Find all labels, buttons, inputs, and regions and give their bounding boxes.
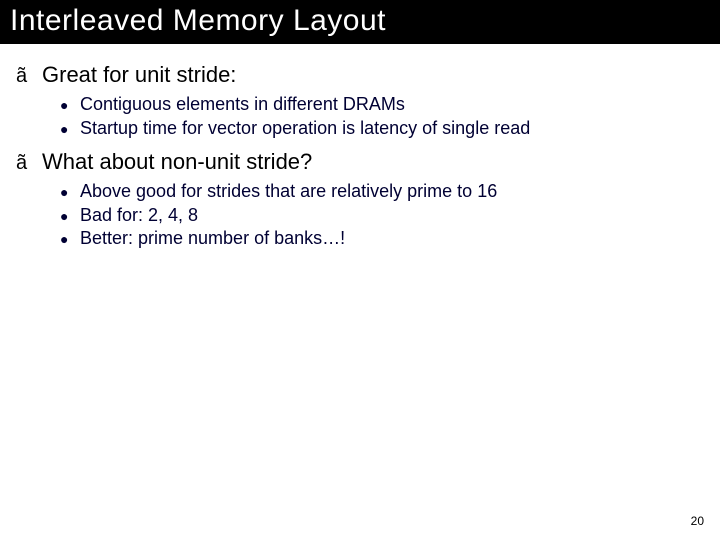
- slide-title: Interleaved Memory Layout: [10, 4, 710, 38]
- list-item: ● Startup time for vector operation is l…: [60, 118, 710, 140]
- list-item-text: Above good for strides that are relative…: [80, 181, 497, 202]
- dot-icon: ●: [60, 96, 80, 116]
- list-item: ● Better: prime number of banks…!: [60, 228, 710, 250]
- section-heading-text: What about non-unit stride?: [42, 149, 312, 175]
- page-number: 20: [691, 514, 704, 528]
- list-item-text: Contiguous elements in different DRAMs: [80, 94, 405, 115]
- dot-icon: ●: [60, 120, 80, 140]
- dot-icon: ●: [60, 183, 80, 203]
- list-item: ● Above good for strides that are relati…: [60, 181, 710, 203]
- list-item: ● Contiguous elements in different DRAMs: [60, 94, 710, 116]
- section-heading: ã What about non-unit stride?: [16, 149, 710, 175]
- bullet-list: ● Contiguous elements in different DRAMs…: [60, 94, 710, 139]
- bullet-list: ● Above good for strides that are relati…: [60, 181, 710, 250]
- slide-title-bar: Interleaved Memory Layout: [0, 0, 720, 44]
- list-item-text: Bad for: 2, 4, 8: [80, 205, 198, 226]
- dot-icon: ●: [60, 230, 80, 250]
- bullet-marker-icon: ã: [16, 153, 42, 173]
- list-item: ● Bad for: 2, 4, 8: [60, 205, 710, 227]
- slide-content: ã Great for unit stride: ● Contiguous el…: [0, 44, 720, 250]
- list-item-text: Better: prime number of banks…!: [80, 228, 345, 249]
- dot-icon: ●: [60, 207, 80, 227]
- section-heading-text: Great for unit stride:: [42, 62, 236, 88]
- bullet-marker-icon: ã: [16, 66, 42, 86]
- section-heading: ã Great for unit stride:: [16, 62, 710, 88]
- list-item-text: Startup time for vector operation is lat…: [80, 118, 530, 139]
